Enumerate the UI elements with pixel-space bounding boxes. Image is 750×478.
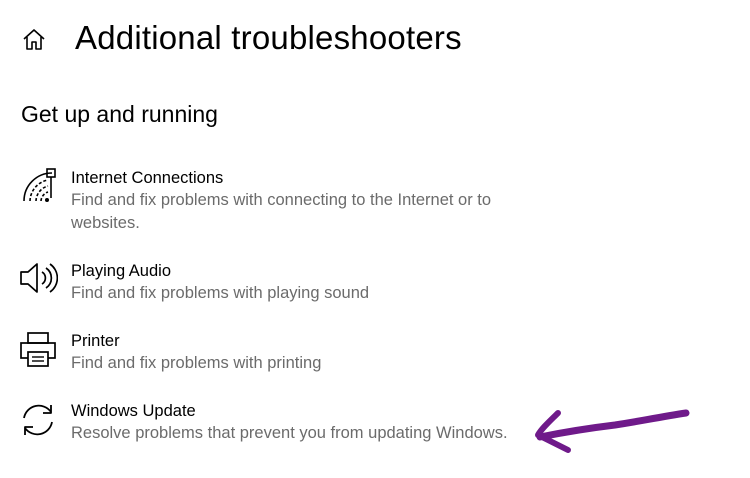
printer-icon (18, 330, 62, 374)
home-icon (23, 29, 45, 50)
troubleshooter-printer[interactable]: Printer Find and fix problems with print… (18, 330, 558, 378)
network-wifi-icon (18, 167, 62, 211)
sync-icon (18, 400, 62, 444)
troubleshooter-windows-update[interactable]: Windows Update Resolve problems that pre… (18, 400, 558, 448)
arrow-shaft (536, 409, 690, 441)
section-heading: Get up and running (21, 101, 218, 127)
item-title: Windows Update (71, 402, 196, 420)
item-description: Resolve problems that prevent you from u… (71, 424, 508, 442)
troubleshooter-playing-audio[interactable]: Playing Audio Find and fix problems with… (18, 260, 558, 308)
page-title: Additional troubleshooters (75, 19, 462, 56)
item-title: Printer (71, 332, 120, 350)
item-title: Internet Connections (71, 169, 224, 187)
item-description: Find and fix problems with printing (71, 354, 322, 372)
troubleshooter-internet-connections[interactable]: Internet Connections Find and fix proble… (18, 167, 558, 237)
item-title: Playing Audio (71, 262, 171, 280)
item-description: Find and fix problems with playing sound (71, 284, 370, 302)
speaker-icon (18, 260, 62, 304)
home-button[interactable] (18, 24, 50, 56)
item-description: Find and fix problems with connecting to… (71, 191, 492, 232)
arrow-annotation-icon (535, 409, 690, 453)
